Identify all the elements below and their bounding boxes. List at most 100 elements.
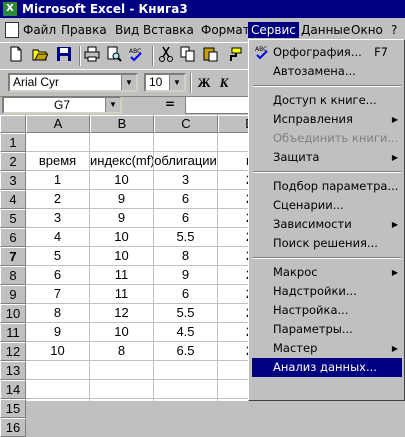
cell-C8[interactable]: 9 bbox=[154, 266, 218, 285]
menu-format[interactable]: Формат bbox=[198, 22, 253, 38]
menu-window[interactable]: Окно bbox=[348, 22, 386, 38]
row-header-4[interactable]: 4 bbox=[0, 190, 26, 209]
bold-button[interactable]: Ж bbox=[194, 73, 214, 93]
cell-C12[interactable]: 6.5 bbox=[154, 342, 218, 361]
row-header-10[interactable]: 10 bbox=[0, 304, 26, 323]
cell-A3[interactable]: 1 bbox=[26, 171, 90, 190]
cell-A8[interactable]: 6 bbox=[26, 266, 90, 285]
cell-A5[interactable]: 3 bbox=[26, 209, 90, 228]
column-header-B[interactable]: B bbox=[90, 115, 154, 133]
italic-button[interactable]: К bbox=[214, 73, 234, 93]
row-header-6[interactable]: 6 bbox=[0, 228, 26, 247]
cell-C13[interactable] bbox=[154, 361, 218, 380]
name-box[interactable]: G7 ▼ bbox=[2, 96, 122, 114]
paste-icon[interactable] bbox=[202, 46, 222, 66]
cell-B2[interactable]: индекс(mf) bbox=[90, 152, 154, 171]
row-header-14[interactable]: 14 bbox=[0, 380, 26, 399]
row-header-3[interactable]: 3 bbox=[0, 171, 26, 190]
cell-C7[interactable]: 8 bbox=[154, 247, 218, 266]
cell-C14[interactable] bbox=[154, 380, 218, 399]
cut-icon[interactable] bbox=[158, 46, 178, 66]
row-header-5[interactable]: 5 bbox=[0, 209, 26, 228]
service-menu-item[interactable]: Поиск решения... bbox=[252, 234, 402, 253]
font-name-select[interactable]: Arial Cyr ▼ bbox=[8, 73, 138, 92]
service-menu-item[interactable]: Объединить книги... bbox=[252, 129, 402, 148]
menu-view[interactable]: Вид bbox=[112, 22, 142, 38]
cell-C2[interactable]: облигации bbox=[154, 152, 218, 171]
cell-A10[interactable]: 8 bbox=[26, 304, 90, 323]
cell-C6[interactable]: 5.5 bbox=[154, 228, 218, 247]
open-folder-icon[interactable] bbox=[32, 46, 52, 66]
row-header-13[interactable]: 13 bbox=[0, 361, 26, 380]
cell-A4[interactable]: 2 bbox=[26, 190, 90, 209]
service-menu-item[interactable]: Надстройки... bbox=[252, 282, 402, 301]
cell-B4[interactable]: 9 bbox=[90, 190, 154, 209]
cell-B14[interactable] bbox=[90, 380, 154, 399]
cell-B10[interactable]: 12 bbox=[90, 304, 154, 323]
menu-service[interactable]: Сервис bbox=[248, 22, 299, 38]
cell-A6[interactable]: 4 bbox=[26, 228, 90, 247]
cell-C11[interactable]: 4.5 bbox=[154, 323, 218, 342]
cell-A1[interactable] bbox=[26, 133, 90, 152]
cell-B16[interactable] bbox=[90, 418, 154, 437]
service-menu-item[interactable]: Подбор параметра... bbox=[252, 177, 402, 196]
cell-A14[interactable] bbox=[26, 380, 90, 399]
menu-insert[interactable]: Вставка bbox=[140, 22, 197, 38]
row-header-1[interactable]: 1 bbox=[0, 133, 26, 152]
cell-C5[interactable]: 6 bbox=[154, 209, 218, 228]
cell-C16[interactable] bbox=[154, 418, 218, 437]
column-header-A[interactable]: A bbox=[26, 115, 90, 133]
service-menu-item[interactable]: Орфография... ABC F7 bbox=[252, 43, 402, 62]
cell-B1[interactable] bbox=[90, 133, 154, 152]
cell-A13[interactable] bbox=[26, 361, 90, 380]
chevron-down-icon[interactable]: ▼ bbox=[105, 98, 120, 112]
service-menu-item[interactable]: Анализ данных... bbox=[252, 358, 402, 377]
print-preview-icon[interactable] bbox=[106, 46, 126, 66]
cell-D16[interactable] bbox=[218, 418, 282, 437]
cell-B11[interactable]: 10 bbox=[90, 323, 154, 342]
cell-A9[interactable]: 7 bbox=[26, 285, 90, 304]
row-header-7[interactable]: 7 bbox=[0, 247, 26, 266]
cell-A7[interactable]: 5 bbox=[26, 247, 90, 266]
cell-B3[interactable]: 10 bbox=[90, 171, 154, 190]
spellcheck-toolbar-icon[interactable]: ABC bbox=[128, 46, 148, 66]
cell-B13[interactable] bbox=[90, 361, 154, 380]
font-size-select[interactable]: 10 ▼ bbox=[144, 73, 186, 92]
row-header-15[interactable]: 15 bbox=[0, 399, 26, 418]
service-menu-item[interactable]: Зависимости ▶ bbox=[252, 215, 402, 234]
row-header-12[interactable]: 12 bbox=[0, 342, 26, 361]
service-menu-item[interactable]: Защита ▶ bbox=[252, 148, 402, 167]
cell-B6[interactable]: 10 bbox=[90, 228, 154, 247]
cell-C15[interactable] bbox=[154, 399, 218, 418]
service-menu-item[interactable]: Автозамена... bbox=[252, 62, 402, 81]
column-header-C[interactable]: C bbox=[154, 115, 218, 133]
menu-help[interactable]: ? bbox=[388, 22, 400, 38]
cell-A16[interactable] bbox=[26, 418, 90, 437]
service-menu-item[interactable]: Параметры... bbox=[252, 320, 402, 339]
cell-C4[interactable]: 6 bbox=[154, 190, 218, 209]
new-file-icon[interactable] bbox=[8, 46, 28, 66]
service-menu-item[interactable]: Настройка... bbox=[252, 301, 402, 320]
service-menu-item[interactable]: Сценарии... bbox=[252, 196, 402, 215]
cell-A11[interactable]: 9 bbox=[26, 323, 90, 342]
cell-B15[interactable] bbox=[90, 399, 154, 418]
service-menu-item[interactable]: Доступ к книге... bbox=[252, 91, 402, 110]
cell-A2[interactable]: время bbox=[26, 152, 90, 171]
cell-C9[interactable]: 6 bbox=[154, 285, 218, 304]
chevron-down-icon[interactable]: ▼ bbox=[121, 75, 136, 90]
save-icon[interactable] bbox=[56, 46, 76, 66]
chevron-down-icon[interactable]: ▼ bbox=[169, 75, 184, 90]
menu-file[interactable]: Файл bbox=[20, 22, 59, 38]
cell-B8[interactable]: 11 bbox=[90, 266, 154, 285]
row-header-8[interactable]: 8 bbox=[0, 266, 26, 285]
row-header-2[interactable]: 2 bbox=[0, 152, 26, 171]
service-menu-item[interactable]: Исправления ▶ bbox=[252, 110, 402, 129]
row-header-11[interactable]: 11 bbox=[0, 323, 26, 342]
cell-B5[interactable]: 9 bbox=[90, 209, 154, 228]
row-header-9[interactable]: 9 bbox=[0, 285, 26, 304]
menu-edit[interactable]: Правка bbox=[58, 22, 110, 38]
cell-A15[interactable] bbox=[26, 399, 90, 418]
cell-B7[interactable]: 10 bbox=[90, 247, 154, 266]
service-menu-item[interactable]: Мастер ▶ bbox=[252, 339, 402, 358]
cell-C1[interactable] bbox=[154, 133, 218, 152]
